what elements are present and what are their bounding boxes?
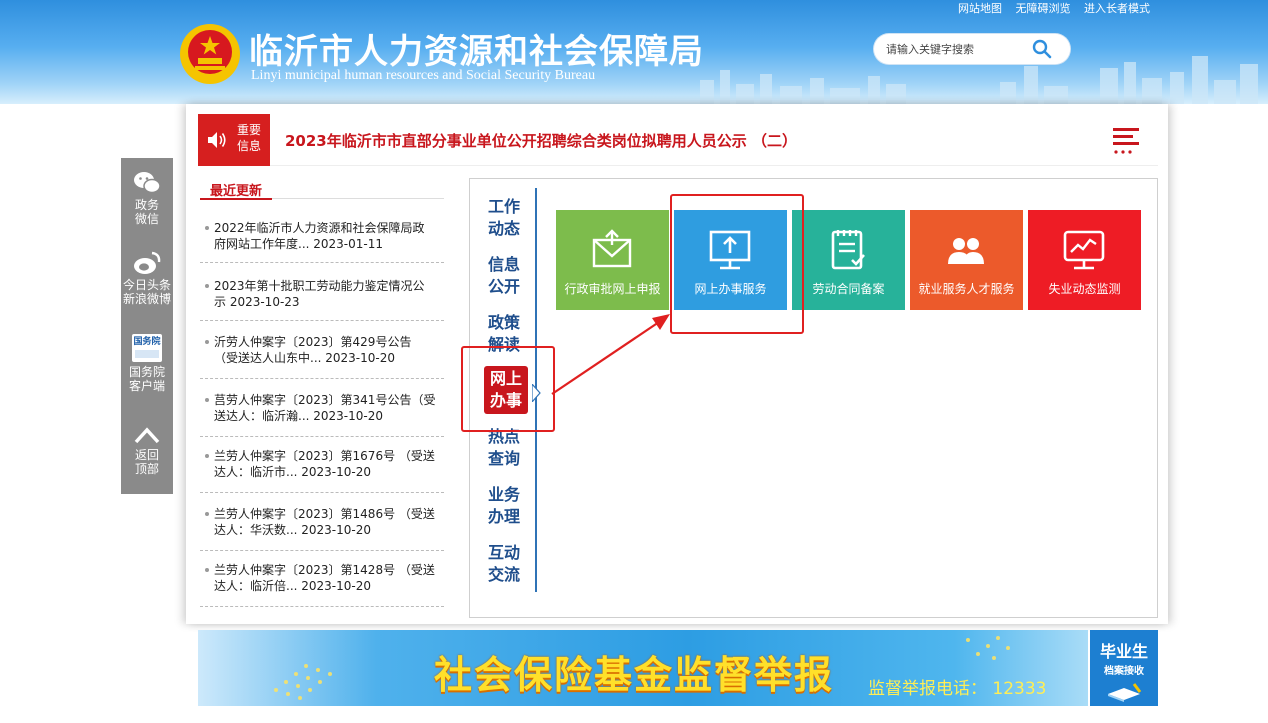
- annotation-box-online-tab: [461, 346, 555, 432]
- tab-hot-queries[interactable]: 热点 查询: [484, 426, 524, 470]
- book-icon: [1108, 683, 1142, 702]
- site-subtitle: Linyi municipal human resources and Soci…: [251, 68, 596, 83]
- tab-interaction[interactable]: 互动 交流: [484, 542, 524, 586]
- recent-updates: 最近更新 2022年临沂市人力资源和社会保障局政 府网站工作年度... 2023-…: [200, 176, 444, 616]
- accessibility-link[interactable]: 无障碍浏览: [1016, 2, 1071, 15]
- tile-employment-talent-services[interactable]: 就业服务人才服务: [910, 210, 1023, 310]
- banner-phone: 监督举报电话： 12333: [868, 679, 1047, 699]
- sitemap-link[interactable]: 网站地图: [958, 2, 1002, 15]
- news-item[interactable]: 兰劳人仲案字〔2023〕第1676号 （受送 达人：临沂市... 2023-10-…: [202, 448, 442, 480]
- news-item[interactable]: 2023年第十批职工劳动能力鉴定情况公示 2023-10-23: [202, 278, 442, 310]
- notice-headline[interactable]: 2023年临沂市市直部分事业单位公开招聘综合类岗位拟聘用人员公示 （二）: [285, 130, 797, 151]
- tile-admin-approval-online[interactable]: 行政审批网上申报: [556, 210, 669, 310]
- elderly-mode-link[interactable]: 进入长者模式: [1084, 2, 1150, 15]
- search-box: [874, 34, 1070, 64]
- state-council-icon: 国务院: [132, 334, 162, 362]
- users-icon: [948, 238, 984, 264]
- annotation-arrow: [551, 314, 670, 395]
- search-button[interactable]: [1014, 34, 1070, 64]
- gov-wechat-button[interactable]: 政务 微信: [121, 170, 173, 226]
- mail-upload-icon: [592, 229, 632, 268]
- national-emblem-logo: [180, 24, 240, 84]
- news-item[interactable]: 莒劳人仲案字〔2023〕第341号公告（受 送达人：临沂瀚... 2023-10-…: [202, 392, 442, 424]
- news-item[interactable]: 兰劳人仲案字〔2023〕第1486号 （受送 达人：华沃数... 2023-10-…: [202, 506, 442, 538]
- site-header: 网站地图 无障碍浏览 进入长者模式 临沂市人力资源和社会保障局 Linyi mu…: [0, 0, 1268, 104]
- search-icon: [1032, 39, 1052, 59]
- back-to-top-button[interactable]: 返回 顶部: [121, 424, 173, 476]
- banner-title: 社会保险基金监督举报: [434, 653, 835, 697]
- clipboard-check-icon: [831, 230, 865, 270]
- news-item[interactable]: 2022年临沂市人力资源和社会保障局政 府网站工作年度... 2023-01-11: [202, 220, 442, 252]
- tab-work-news[interactable]: 工作 动态: [484, 196, 524, 240]
- weibo-icon: [134, 251, 161, 274]
- tab-info-disclosure[interactable]: 信息 公开: [484, 254, 524, 298]
- notice-bar: 重要 信息 2023年临沂市市直部分事业单位公开招聘综合类岗位拟聘用人员公示 （…: [198, 114, 1158, 166]
- search-input[interactable]: [874, 34, 1012, 64]
- wechat-icon: [134, 172, 161, 194]
- weibo-button[interactable]: 今日头条 新浪微博: [121, 250, 173, 306]
- important-info-badge: 重要 信息: [198, 114, 270, 166]
- tile-labor-contract-filing[interactable]: 劳动合同备案: [792, 210, 905, 310]
- state-council-app-button[interactable]: 国务院 国务院 客户端: [121, 334, 173, 393]
- tab-business-handling[interactable]: 业务 办理: [484, 484, 524, 528]
- news-item[interactable]: 沂劳人仲案字〔2023〕第429号公告 （受送达人山东中... 2023-10-2…: [202, 334, 442, 366]
- badge-label: 重要 信息: [236, 123, 261, 153]
- site-title: 临沂市人力资源和社会保障局: [249, 32, 704, 72]
- chart-monitor-icon: [1063, 230, 1105, 270]
- chevron-up-icon: [134, 427, 160, 444]
- social-insurance-report-banner[interactable]: 社会保险基金监督举报 监督举报电话： 12333: [198, 630, 1088, 706]
- news-item[interactable]: 兰劳人仲案字〔2023〕第1428号 （受送 达人：临沂倍... 2023-10-…: [202, 562, 442, 594]
- annotation-box-online-tile: [670, 194, 804, 334]
- recent-updates-title: 最近更新: [210, 184, 263, 199]
- graduate-archive-banner[interactable]: 毕业生 档案接收: [1090, 630, 1158, 706]
- floating-sidebar: 政务 微信 今日头条 新浪微博 国务院 国务院 客户端 返回 顶部: [121, 158, 173, 494]
- menu-icon[interactable]: [1113, 126, 1139, 156]
- speaker-icon: [208, 132, 226, 148]
- top-links: 网站地图 无障碍浏览 进入长者模式: [948, 0, 1150, 16]
- tile-unemployment-monitoring[interactable]: 失业动态监测: [1028, 210, 1141, 310]
